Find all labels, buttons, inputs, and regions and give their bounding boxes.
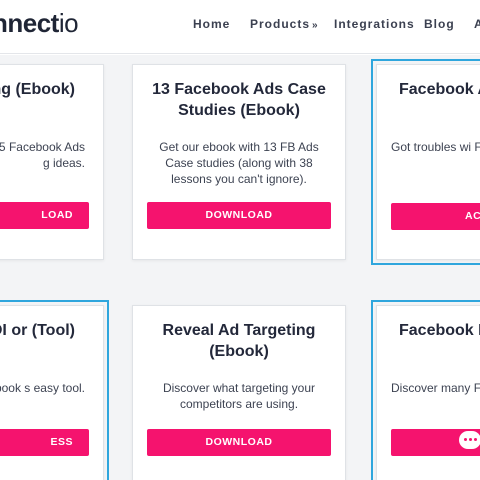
logo-suffix: io — [58, 8, 79, 38]
card-description: of your Facebook s easy tool. — [0, 381, 85, 395]
card-description: Discover many Fac your next a — [391, 381, 480, 395]
card-title: Ads ROI or (Tool) — [0, 322, 75, 339]
card-title: Reveal Ad Targeting (Ebook) — [162, 322, 316, 360]
top-header: nnectio Home Products» Integrations Blog… — [0, 0, 480, 54]
logo-main: nnect — [0, 8, 59, 38]
chevron-double-down-icon: » — [312, 20, 319, 31]
download-button[interactable]: LOAD — [0, 202, 89, 229]
nav-more[interactable]: A — [474, 17, 480, 31]
download-button[interactable]: DOWNLOAD — [147, 202, 331, 229]
nav-products-label: Products — [250, 17, 311, 31]
nav-home[interactable]: Home — [193, 17, 230, 31]
nav-products[interactable]: Products» — [250, 17, 319, 31]
card-targeting-ebook: k Targeting (Ebook) ree ebook with 25 Fa… — [0, 64, 104, 260]
nav-integrations[interactable]: Integrations — [334, 17, 415, 31]
card-title: Facebook Ad (To — [399, 81, 480, 98]
card-description: Get our ebook with 13 FB Ads Case studie… — [159, 140, 319, 186]
access-button[interactable]: ESS — [0, 429, 89, 456]
chat-bubble-icon[interactable] — [459, 431, 480, 449]
tools-grid: k Targeting (Ebook) ree ebook with 25 Fa… — [0, 55, 480, 480]
logo[interactable]: nnectio — [0, 8, 79, 39]
card-description: ree ebook with 25 Facebook Ads g ideas. — [0, 140, 85, 170]
card-title: 13 Facebook Ads Case Studies (Ebook) — [152, 81, 326, 119]
card-case-studies-ebook: 13 Facebook Ads Case Studies (Ebook) Get… — [132, 64, 346, 260]
card-description: Discover what targeting your competitors… — [162, 381, 316, 411]
card-ads-roi-tool: Ads ROI or (Tool) of your Facebook s eas… — [0, 300, 109, 480]
card-title: Facebook In (To — [399, 322, 480, 339]
card-description: Got troubles wi Facebook Ads? G — [391, 140, 480, 154]
download-button[interactable]: DOWNLOAD — [147, 429, 331, 456]
card-reveal-targeting-ebook: Reveal Ad Targeting (Ebook) Discover wha… — [132, 305, 346, 480]
access-button[interactable]: ACC — [391, 203, 480, 230]
card-facebook-interest-tool: Facebook In (To Discover many Fac your n… — [371, 300, 480, 480]
nav-blog[interactable]: Blog — [424, 17, 455, 31]
card-title: k Targeting (Ebook) — [0, 81, 75, 98]
card-facebook-ad-tool: Facebook Ad (To Got troubles wi Facebook… — [371, 59, 480, 265]
